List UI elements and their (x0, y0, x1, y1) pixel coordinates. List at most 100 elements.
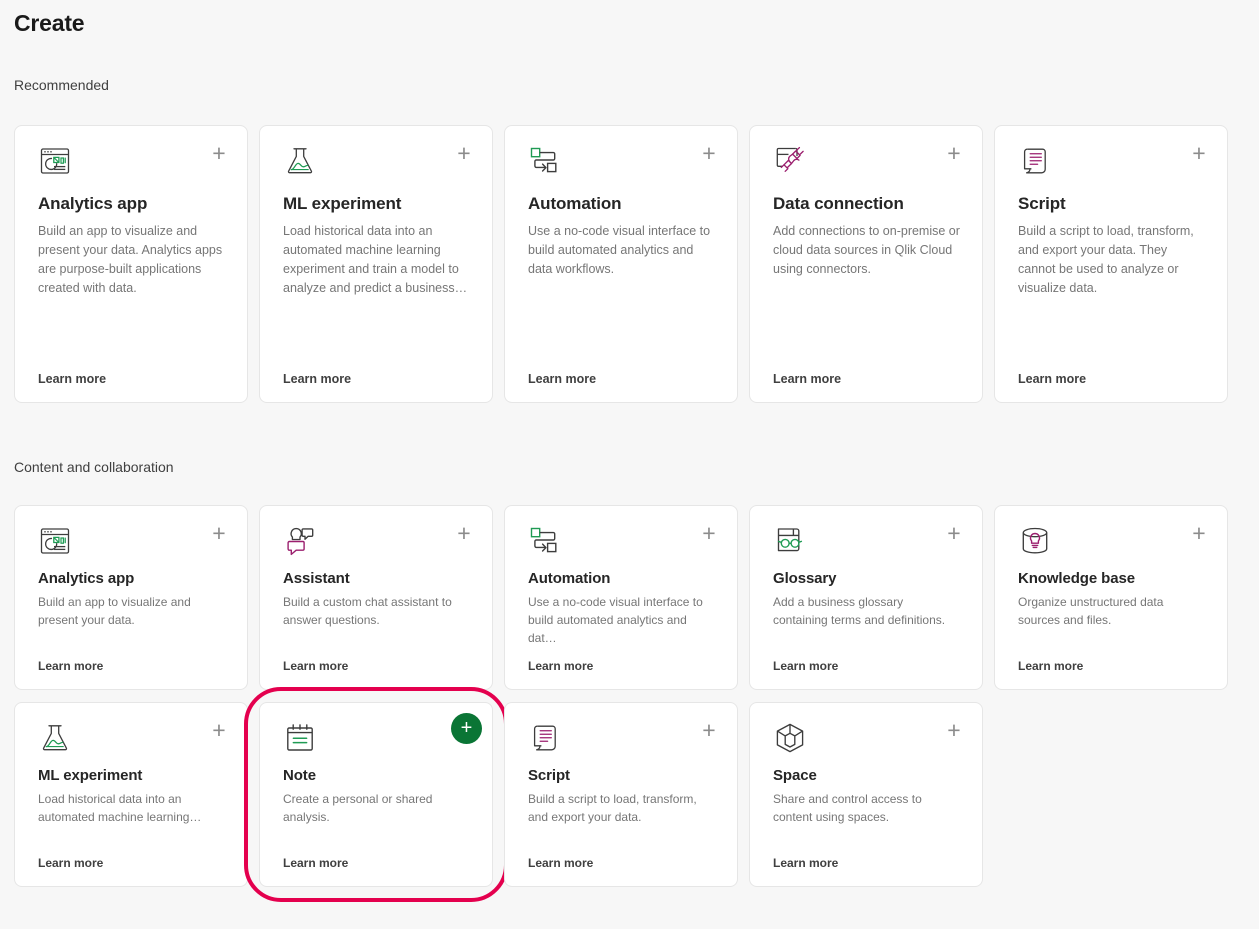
card-slot: + Space Share and control access to conten… (749, 702, 983, 887)
create-card-automation[interactable]: + Automation Use a no-code visual interfac… (504, 505, 738, 690)
card-title: ML experiment (38, 767, 143, 784)
add-space-button[interactable]: + (942, 719, 966, 743)
card-grid-recommended: + Analytics app Build an app to visualize … (14, 125, 1247, 403)
create-card-automation[interactable]: + Automation Use a no-code visual interfac… (504, 125, 738, 403)
card-description: Build a script to load, transform, and e… (1018, 224, 1194, 295)
create-card-script[interactable]: + Script Build a script to load, transform… (994, 125, 1228, 403)
card-slot: + ML experiment Load historical data into … (259, 125, 493, 403)
card-slot: + Automation Use a no-code visual interfac… (504, 125, 738, 403)
learn-more-link[interactable]: Learn more (283, 372, 351, 386)
learn-more-link[interactable]: Learn more (528, 856, 593, 870)
create-card-script[interactable]: + Script Build a script to load, transform… (504, 702, 738, 887)
highlighted-card-slot: + Note Create a personal or shared analysi… (244, 687, 508, 902)
card-title: Analytics app (38, 570, 135, 587)
script-scroll-icon (1018, 144, 1052, 178)
create-card-ml-experiment[interactable]: + ML experiment Load historical data into … (14, 702, 248, 887)
learn-more-link[interactable]: Learn more (38, 372, 106, 386)
section-label-recommended: Recommended (14, 77, 109, 93)
card-description: Build an app to visualize and present yo… (38, 595, 191, 627)
card-title: Data connection (773, 194, 904, 213)
card-title: Glossary (773, 570, 837, 587)
learn-more-link[interactable]: Learn more (528, 372, 596, 386)
section-label-content-and-collaboration: Content and collaboration (14, 459, 174, 475)
page-title: Create (14, 10, 85, 36)
learn-more-link[interactable]: Learn more (38, 856, 103, 870)
learn-more-link[interactable]: Learn more (283, 659, 348, 673)
card-slot: + Glossary Add a business glossary contain… (749, 505, 983, 690)
glossary-book-icon (773, 524, 807, 558)
learn-more-link[interactable]: Learn more (38, 659, 103, 673)
card-title: Note (283, 767, 316, 784)
learn-more-link[interactable]: Learn more (773, 372, 841, 386)
add-knowledge-base-button[interactable]: + (1187, 522, 1211, 546)
card-description: Use a no-code visual interface to build … (528, 224, 711, 276)
card-title: Script (1018, 194, 1066, 213)
add-analytics-app-button[interactable]: + (207, 522, 231, 546)
create-card-space[interactable]: + Space Share and control access to conten… (749, 702, 983, 887)
add-script-button[interactable]: + (1187, 142, 1211, 166)
card-slot: + Knowledge base Organize unstructured dat… (994, 505, 1228, 690)
card-slot: + Script Build a script to load, transform… (994, 125, 1228, 403)
card-title: Script (528, 767, 570, 784)
card-description: Build a custom chat assistant to answer … (283, 595, 452, 627)
card-slot: + Analytics app Build an app to visualize … (14, 505, 248, 690)
learn-more-link[interactable]: Learn more (1018, 659, 1083, 673)
card-description: Add a business glossary containing terms… (773, 595, 946, 627)
space-cube-icon (773, 721, 807, 755)
card-slot: + Script Build a script to load, transform… (504, 702, 738, 887)
card-title: Automation (528, 570, 611, 587)
add-script-button[interactable]: + (697, 719, 721, 743)
card-description: Use a no-code visual interface to build … (528, 595, 703, 645)
card-title: Knowledge base (1018, 570, 1135, 587)
card-description: Load historical data into an automated m… (38, 792, 202, 824)
automation-flow-icon (528, 144, 562, 178)
learn-more-link[interactable]: Learn more (283, 856, 348, 870)
add-automation-button[interactable]: + (697, 522, 721, 546)
assistant-chat-icon (283, 524, 317, 558)
add-glossary-button[interactable]: + (942, 522, 966, 546)
card-title: Analytics app (38, 194, 148, 213)
card-description: Share and control access to content usin… (773, 792, 922, 824)
card-slot: + Data connection Add connections to on-pr… (749, 125, 983, 403)
create-card-assistant[interactable]: + Assistant Build a custom chat assistant … (259, 505, 493, 690)
add-ml-experiment-button[interactable]: + (207, 719, 231, 743)
add-ml-experiment-button[interactable]: + (452, 142, 476, 166)
script-scroll-icon (528, 721, 562, 755)
card-description: Load historical data into an automated m… (283, 224, 468, 295)
create-page: Create Recommended + Analytics app Build a… (0, 0, 1259, 929)
card-description: Add connections to on-premise or cloud d… (773, 224, 960, 276)
create-card-glossary[interactable]: + Glossary Add a business glossary contain… (749, 505, 983, 690)
analytics-app-window-icon (38, 524, 72, 558)
ml-experiment-flask-icon (283, 144, 317, 178)
create-card-knowledge-base[interactable]: + Knowledge base Organize unstructured dat… (994, 505, 1228, 690)
create-card-note[interactable]: + Note Create a personal or shared analysi… (259, 702, 493, 887)
card-description: Organize unstructured data sources and f… (1018, 595, 1164, 627)
card-slot: + Automation Use a no-code visual interfac… (504, 505, 738, 690)
add-assistant-button[interactable]: + (452, 522, 476, 546)
create-card-analytics-app[interactable]: + Analytics app Build an app to visualize … (14, 505, 248, 690)
card-slot: + ML experiment Load historical data into … (14, 702, 248, 887)
add-analytics-app-button[interactable]: + (207, 142, 231, 166)
card-grid-content-and-collaboration: + Analytics app Build an app to visualize … (14, 505, 1247, 902)
automation-flow-icon (528, 524, 562, 558)
create-card-data-connection[interactable]: + Data connection Add connections to on-pr… (749, 125, 983, 403)
create-card-analytics-app[interactable]: + Analytics app Build an app to visualize … (14, 125, 248, 403)
data-connection-plug-icon (773, 144, 807, 178)
card-title: Assistant (283, 570, 350, 587)
learn-more-link[interactable]: Learn more (528, 659, 593, 673)
card-description: Build an app to visualize and present yo… (38, 224, 223, 295)
add-note-button[interactable]: + (451, 713, 482, 744)
note-icon (283, 721, 317, 755)
card-title: ML experiment (283, 194, 402, 213)
add-data-connection-button[interactable]: + (942, 142, 966, 166)
card-description: Build a script to load, transform, and e… (528, 792, 697, 824)
card-slot: + Analytics app Build an app to visualize … (14, 125, 248, 403)
card-title: Automation (528, 194, 622, 213)
learn-more-link[interactable]: Learn more (773, 856, 838, 870)
create-card-ml-experiment[interactable]: + ML experiment Load historical data into … (259, 125, 493, 403)
card-title: Space (773, 767, 817, 784)
learn-more-link[interactable]: Learn more (773, 659, 838, 673)
ml-experiment-flask-icon (38, 721, 72, 755)
learn-more-link[interactable]: Learn more (1018, 372, 1086, 386)
add-automation-button[interactable]: + (697, 142, 721, 166)
